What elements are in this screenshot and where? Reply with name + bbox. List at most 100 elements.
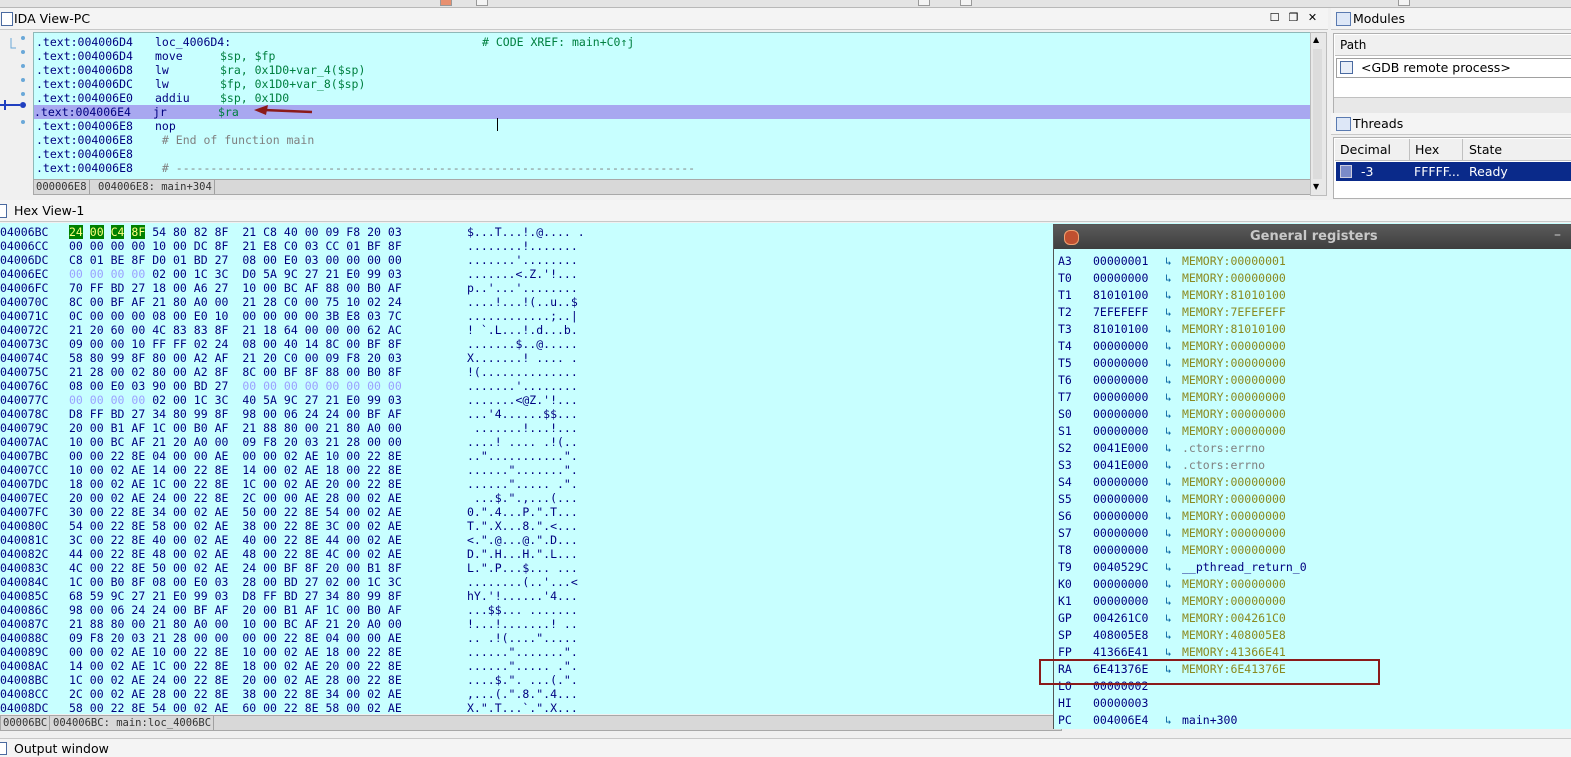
- jump-arrow-icon[interactable]: ↳: [1165, 423, 1172, 440]
- jump-arrow-icon[interactable]: ↳: [1165, 491, 1172, 508]
- hex-row[interactable]: 040079C 20 00 B1 AF 1C 00 B0 AF 21 88 80 …: [0, 421, 600, 435]
- register-target[interactable]: MEMORY:00000000: [1182, 338, 1286, 355]
- hex-row[interactable]: 04008DC 58 00 22 8E 54 00 02 AE 60 00 22 …: [0, 701, 600, 715]
- register-target[interactable]: MEMORY:7EFEFEFF: [1182, 304, 1286, 321]
- jump-arrow-icon[interactable]: ↳: [1165, 525, 1172, 542]
- register-value[interactable]: 0041E000: [1093, 440, 1148, 457]
- hex-row[interactable]: 040078C D8 FF BD 27 34 80 99 8F 98 00 06 …: [0, 407, 600, 421]
- jump-arrow-icon[interactable]: ↳: [1165, 559, 1172, 576]
- register-row[interactable]: GP 004261C0 ↳ MEMORY:004261C0: [1058, 610, 1558, 627]
- register-value[interactable]: 00000000: [1093, 474, 1148, 491]
- hex-row[interactable]: 040074C 58 80 99 8F 80 00 A2 AF 21 20 C0 …: [0, 351, 600, 365]
- hex-row[interactable]: 040085C 68 59 9C 27 21 E0 99 03 D8 FF BD …: [0, 589, 600, 603]
- hex-row[interactable]: 040072C 21 20 60 00 4C 83 83 8F 21 18 64 …: [0, 323, 600, 337]
- hex-row[interactable]: 04006EC 00 00 00 00 02 00 1C 3C D0 5A 9C …: [0, 267, 600, 281]
- register-value[interactable]: 81010100: [1093, 321, 1148, 338]
- close-icon[interactable]: ✕: [1306, 11, 1319, 24]
- hex-row[interactable]: 040075C 21 28 00 02 80 00 A2 8F 8C 00 BF …: [0, 365, 600, 379]
- minimize-icon[interactable]: –: [1554, 227, 1561, 243]
- restore-icon[interactable]: ❐: [1287, 11, 1300, 24]
- modules-scrollbar[interactable]: [1334, 97, 1571, 113]
- hex-row[interactable]: 04008AC 14 00 02 AE 1C 00 22 8E 18 00 02 …: [0, 659, 600, 673]
- register-value[interactable]: 00000000: [1093, 491, 1148, 508]
- jump-arrow-icon[interactable]: ↳: [1165, 508, 1172, 525]
- state-column-header[interactable]: State: [1469, 142, 1502, 157]
- register-value[interactable]: 00000000: [1093, 508, 1148, 525]
- jump-arrow-icon[interactable]: ↳: [1165, 287, 1172, 304]
- output-window-titlebar[interactable]: Output window: [0, 738, 1571, 757]
- jump-arrow-icon[interactable]: ↳: [1165, 355, 1172, 372]
- register-target[interactable]: MEMORY:81010100: [1182, 321, 1286, 338]
- hex-row[interactable]: 040070C 8C 00 BF AF 21 80 A0 00 21 28 C0 …: [0, 295, 600, 309]
- jump-arrow-icon[interactable]: ↳: [1165, 372, 1172, 389]
- register-row[interactable]: S5 00000000 ↳ MEMORY:00000000: [1058, 491, 1558, 508]
- register-row[interactable]: S7 00000000 ↳ MEMORY:00000000: [1058, 525, 1558, 542]
- hex-row[interactable]: 04008BC 1C 00 02 AE 24 00 22 8E 20 00 02 …: [0, 673, 600, 687]
- register-row[interactable]: A3 00000001 ↳ MEMORY:00000001: [1058, 253, 1558, 270]
- maximize-icon[interactable]: ☐: [1268, 11, 1281, 24]
- hex-row[interactable]: 040087C 21 88 80 00 21 80 A0 00 10 00 BC …: [0, 617, 600, 631]
- register-row[interactable]: K1 00000000 ↳ MEMORY:00000000: [1058, 593, 1558, 610]
- register-row[interactable]: T9 0040529C ↳ __pthread_return_0: [1058, 559, 1558, 576]
- hex-row[interactable]: 04007AC 10 00 BC AF 21 20 A0 00 09 F8 20 …: [0, 435, 600, 449]
- register-value[interactable]: 00000000: [1093, 270, 1148, 287]
- register-target[interactable]: MEMORY:00000000: [1182, 491, 1286, 508]
- hex-row[interactable]: 04006FC 70 FF BD 27 18 00 A6 27 10 00 BC …: [0, 281, 600, 295]
- hex-row[interactable]: 040076C 08 00 E0 03 90 00 BD 27 00 00 00 …: [0, 379, 600, 393]
- register-target[interactable]: MEMORY:81010100: [1182, 287, 1286, 304]
- jump-arrow-icon[interactable]: ↳: [1165, 270, 1172, 287]
- ida-view-scrollbar[interactable]: ▲ ▼: [1310, 32, 1327, 196]
- register-row[interactable]: T7 00000000 ↳ MEMORY:00000000: [1058, 389, 1558, 406]
- hex-row[interactable]: 040081C 3C 00 22 8E 40 00 02 AE 40 00 22 …: [0, 533, 600, 547]
- register-value[interactable]: 00000000: [1093, 525, 1148, 542]
- decimal-column-header[interactable]: Decimal: [1340, 142, 1391, 157]
- register-row[interactable]: S3 0041E000 ↳ .ctors:errno: [1058, 457, 1558, 474]
- register-row[interactable]: T3 81010100 ↳ MEMORY:81010100: [1058, 321, 1558, 338]
- register-row[interactable]: T4 00000000 ↳ MEMORY:00000000: [1058, 338, 1558, 355]
- register-target[interactable]: MEMORY:00000000: [1182, 525, 1286, 542]
- hex-row[interactable]: 040077C 00 00 00 00 02 00 1C 3C 40 5A 9C …: [0, 393, 600, 407]
- register-target[interactable]: MEMORY:00000000: [1182, 508, 1286, 525]
- hex-row[interactable]: 04007BC 00 00 22 8E 04 00 00 AE 00 00 02 …: [0, 449, 600, 463]
- register-row[interactable]: T5 00000000 ↳ MEMORY:00000000: [1058, 355, 1558, 372]
- hex-row[interactable]: 040083C 4C 00 22 8E 50 00 02 AE 24 00 BF …: [0, 561, 600, 575]
- scroll-up-icon[interactable]: ▲: [1313, 35, 1319, 44]
- register-target[interactable]: MEMORY:00000001: [1182, 253, 1286, 270]
- hex-row[interactable]: 040084C 1C 00 B0 8F 08 00 E0 03 28 00 BD …: [0, 575, 600, 589]
- register-row[interactable]: HI 00000003: [1058, 695, 1558, 712]
- jump-arrow-icon[interactable]: ↳: [1165, 338, 1172, 355]
- register-value[interactable]: 004006E4: [1093, 712, 1148, 729]
- jump-arrow-icon[interactable]: ↳: [1165, 321, 1172, 338]
- jump-arrow-icon[interactable]: ↳: [1165, 440, 1172, 457]
- register-target[interactable]: main+300: [1182, 712, 1237, 729]
- hex-row[interactable]: 040089C 00 00 02 AE 10 00 22 8E 10 00 02 …: [0, 645, 600, 659]
- register-value[interactable]: 00000000: [1093, 423, 1148, 440]
- register-target[interactable]: MEMORY:00000000: [1182, 576, 1286, 593]
- modules-header[interactable]: Path: [1335, 35, 1571, 56]
- register-target[interactable]: MEMORY:00000000: [1182, 542, 1286, 559]
- structures-tab-icon[interactable]: [476, 0, 488, 6]
- hex-row[interactable]: 04006CC 00 00 00 00 10 00 DC 8F 21 E8 C0 …: [0, 239, 600, 253]
- register-value[interactable]: 00000000: [1093, 372, 1148, 389]
- register-target[interactable]: MEMORY:00000000: [1182, 593, 1286, 610]
- register-target[interactable]: .ctors:errno: [1182, 440, 1265, 457]
- thread-row[interactable]: -3 FFFFF... Ready: [1336, 162, 1571, 181]
- hex-row[interactable]: 04006BC 24 00 C4 8F 54 80 82 8F 21 C8 40 …: [0, 225, 600, 239]
- register-row[interactable]: SP 408005E8 ↳ MEMORY:408005E8: [1058, 627, 1558, 644]
- register-row[interactable]: T8 00000000 ↳ MEMORY:00000000: [1058, 542, 1558, 559]
- register-target[interactable]: MEMORY:00000000: [1182, 389, 1286, 406]
- register-row[interactable]: T0 00000000 ↳ MEMORY:00000000: [1058, 270, 1558, 287]
- close-tab-icon[interactable]: [440, 0, 452, 6]
- path-column-header[interactable]: Path: [1340, 38, 1366, 52]
- module-row[interactable]: <GDB remote process>: [1336, 58, 1571, 78]
- jump-arrow-icon[interactable]: ↳: [1165, 712, 1172, 729]
- hex-row[interactable]: 040086C 98 00 06 24 24 00 BF AF 20 00 B1 …: [0, 603, 600, 617]
- jump-arrow-icon[interactable]: ↳: [1165, 253, 1172, 270]
- register-row[interactable]: PC 004006E4 ↳ main+300: [1058, 712, 1558, 729]
- register-value[interactable]: 00000000: [1093, 593, 1148, 610]
- hex-column-header[interactable]: Hex: [1415, 142, 1439, 157]
- register-row[interactable]: S4 00000000 ↳ MEMORY:00000000: [1058, 474, 1558, 491]
- disassembly-listing[interactable]: .text:004006D4 loc_4006D4: # CODE XREF: ma…: [33, 32, 1311, 180]
- register-value[interactable]: 00000000: [1093, 389, 1148, 406]
- register-target[interactable]: MEMORY:00000000: [1182, 423, 1286, 440]
